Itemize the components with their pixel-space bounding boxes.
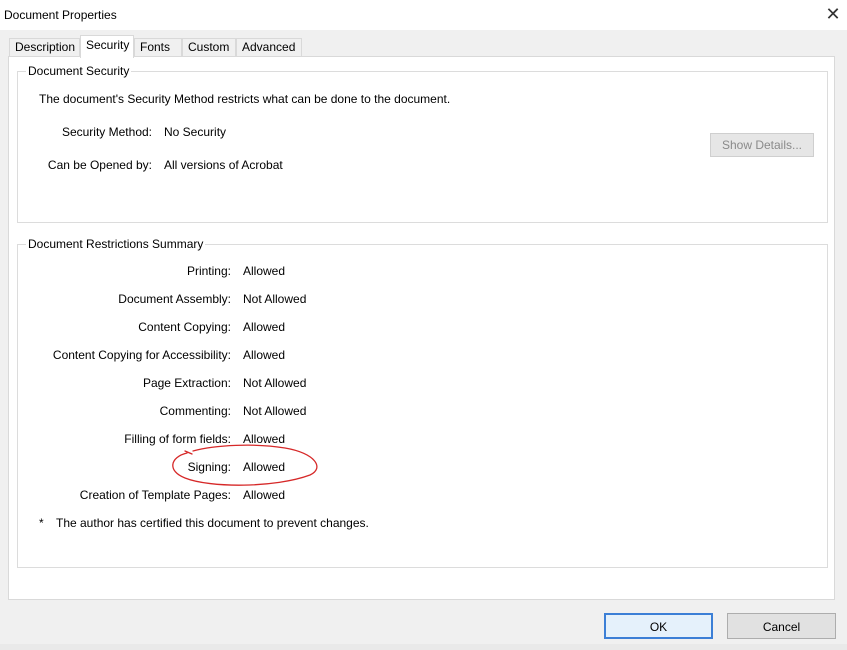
security-method-value: No Security — [164, 125, 227, 139]
tab-advanced[interactable]: Advanced — [236, 38, 302, 57]
document-security-group: Document Security The document's Securit… — [17, 64, 828, 223]
close-icon[interactable]: ✕ — [822, 3, 844, 25]
background-window-peek — [0, 644, 847, 650]
restriction-label-page-extraction: Page Extraction: — [142, 376, 231, 390]
show-details-button[interactable]: Show Details... — [710, 133, 814, 157]
tab-custom[interactable]: Custom — [182, 38, 236, 57]
restriction-value-template-pages: Allowed — [243, 488, 286, 502]
restriction-value-copying: Allowed — [243, 320, 286, 334]
ok-button[interactable]: OK — [604, 613, 713, 639]
restriction-label-template-pages: Creation of Template Pages: — [79, 488, 231, 502]
tab-fonts[interactable]: Fonts — [134, 38, 182, 57]
restriction-label-signing: Signing: — [187, 460, 231, 474]
restriction-value-signing: Allowed — [243, 460, 286, 474]
can-be-opened-value: All versions of Acrobat — [164, 158, 283, 172]
restriction-label-form-filling: Filling of form fields: — [124, 432, 231, 446]
certification-note: The author has certified this document t… — [56, 516, 369, 530]
restriction-value-form-filling: Allowed — [243, 432, 286, 446]
cancel-button[interactable]: Cancel — [727, 613, 836, 639]
restriction-value-assembly: Not Allowed — [243, 292, 307, 306]
note-marker: * — [39, 516, 44, 530]
security-method-label: Security Method: — [61, 125, 152, 139]
tab-security[interactable]: Security — [80, 35, 134, 58]
tab-description[interactable]: Description — [9, 38, 80, 57]
restriction-label-assembly: Document Assembly: — [118, 292, 231, 306]
window-title: Document Properties — [4, 8, 117, 22]
title-bar: Document Properties ✕ — [0, 0, 847, 30]
security-tab-panel: Document Security The document's Securit… — [8, 56, 835, 600]
restriction-label-accessibility: Content Copying for Accessibility: — [52, 348, 231, 362]
restriction-value-commenting: Not Allowed — [243, 404, 307, 418]
restriction-label-copying: Content Copying: — [138, 320, 231, 334]
restrictions-summary-group: Document Restrictions Summary Printing: … — [17, 237, 828, 568]
restriction-label-printing: Printing: — [186, 264, 231, 278]
security-description: The document's Security Method restricts… — [39, 92, 451, 106]
restriction-value-page-extraction: Not Allowed — [243, 376, 307, 390]
restriction-label-commenting: Commenting: — [159, 404, 231, 418]
restriction-value-accessibility: Allowed — [243, 348, 286, 362]
document-security-title: Document Security — [26, 64, 132, 78]
restriction-value-printing: Allowed — [243, 264, 286, 278]
can-be-opened-label: Can be Opened by: — [47, 158, 152, 172]
restrictions-summary-title: Document Restrictions Summary — [26, 237, 206, 251]
